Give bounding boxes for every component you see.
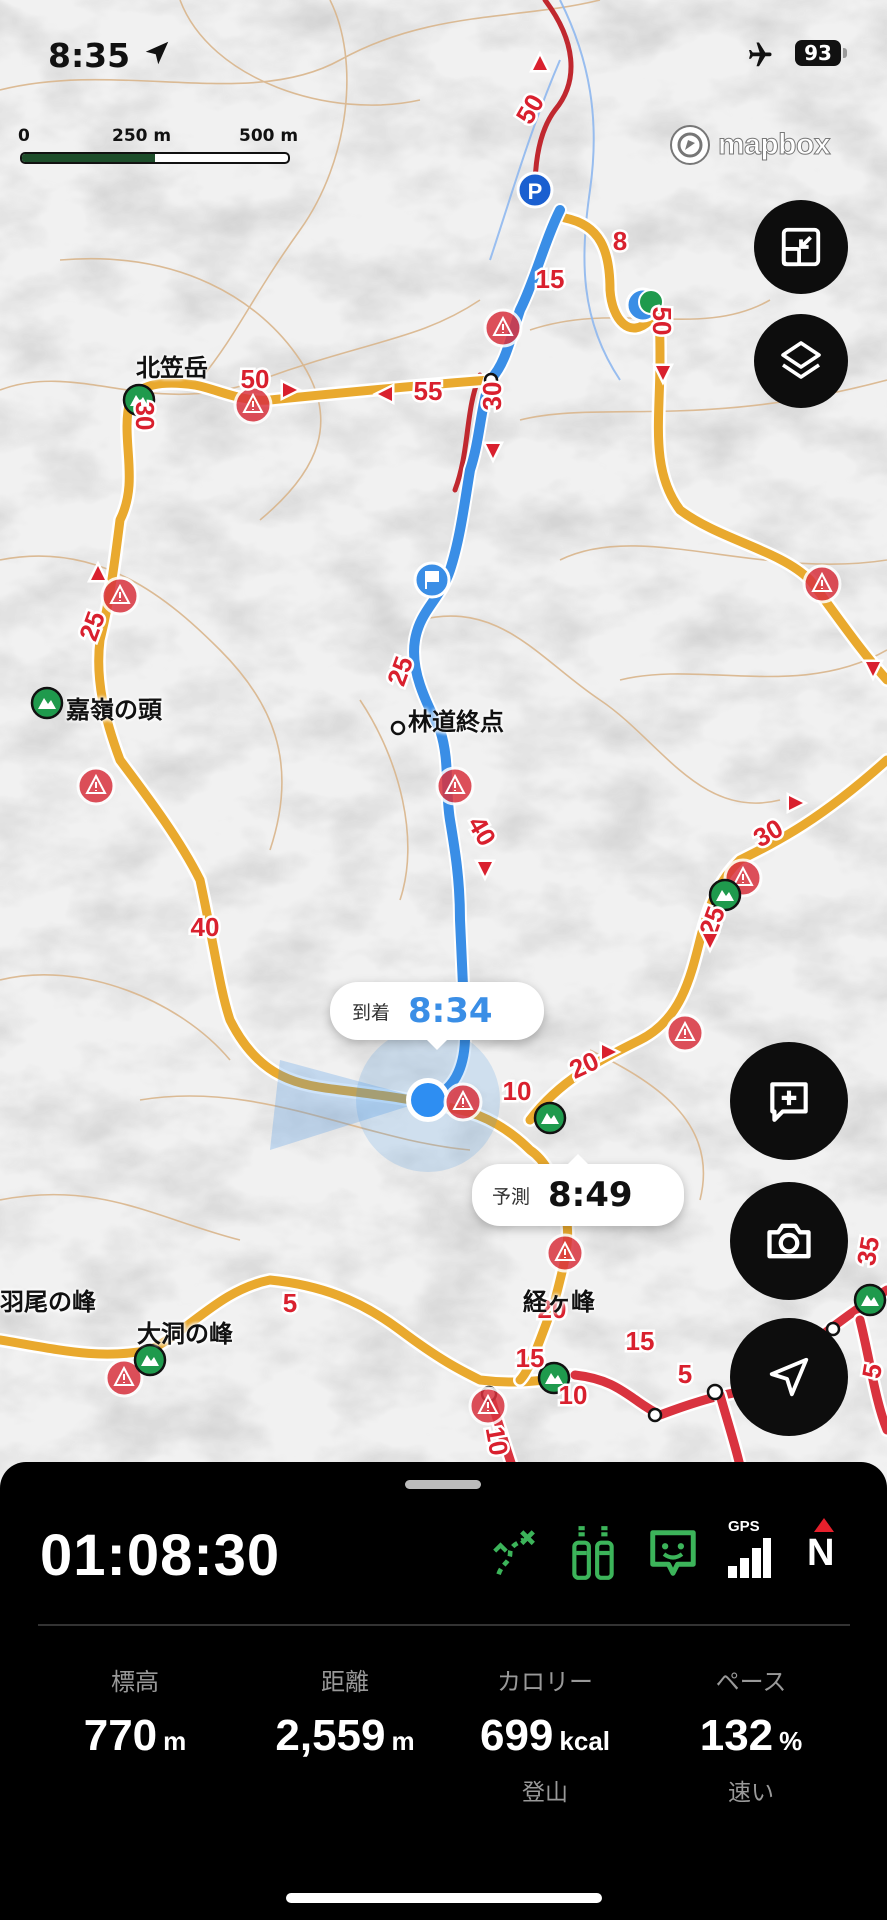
battery-tip: [843, 48, 847, 58]
place-label-karei: 嘉嶺の頭: [66, 696, 162, 724]
map-scale-bar: 0 250 m 500 m: [18, 126, 308, 166]
trail-time-label: 40: [191, 912, 220, 942]
start-flag-marker[interactable]: [413, 561, 451, 599]
stat-value: 132: [699, 1711, 774, 1760]
stat-calories: カロリー 699 kcal 登山: [440, 1662, 650, 1807]
warning-marker[interactable]: [468, 1386, 508, 1426]
trail-time-label: 15: [516, 1343, 545, 1373]
trail-time-label: 15: [536, 264, 565, 294]
panel-grabber[interactable]: [405, 1480, 481, 1489]
warning-marker[interactable]: [76, 766, 116, 806]
trail-time-label: 10: [480, 1424, 515, 1458]
arrival-time-bubble[interactable]: 到着 8:34: [330, 982, 544, 1050]
stat-label: カロリー: [497, 1668, 593, 1696]
stat-pace: ペース 132% 速い: [646, 1662, 856, 1807]
trail-time-label: 5: [283, 1288, 297, 1318]
warning-marker[interactable]: [443, 1082, 483, 1122]
gps-signal-icon: GPS: [726, 1518, 774, 1580]
fit-route-icon: [781, 227, 821, 267]
trail-time-label: 30: [130, 402, 160, 431]
warning-marker[interactable]: [665, 1013, 705, 1053]
place-label-rindo-end: 林道終点: [408, 708, 504, 736]
supplies-icon[interactable]: [568, 1524, 618, 1582]
gps-label: GPS: [728, 1518, 760, 1535]
peak-marker[interactable]: [133, 1343, 167, 1377]
peak-marker[interactable]: [533, 1101, 567, 1135]
trail-time-label: 50: [241, 364, 270, 394]
place-label-hane: 羽尾の峰: [0, 1288, 96, 1316]
warning-marker[interactable]: [545, 1233, 585, 1273]
location-services-icon: [145, 41, 169, 65]
stat-unit: %: [779, 1726, 803, 1756]
trail-time-label: 55: [414, 376, 443, 406]
scale-label-250: 250 m: [112, 126, 172, 146]
fit-route-button[interactable]: [754, 200, 848, 294]
scale-label-500: 500 m: [239, 126, 299, 146]
mapbox-attribution: mapbox: [717, 128, 831, 162]
status-icons-row: GPS N: [490, 1518, 860, 1584]
safety-chat-icon[interactable]: [646, 1526, 700, 1580]
trail-time-label: 35: [851, 1234, 886, 1268]
place-label-kyogamine: 経ヶ峰: [523, 1288, 595, 1316]
trail-time-label: 5: [678, 1359, 692, 1389]
trail-time-label: 8: [613, 226, 627, 256]
status-bar: 8:35 93: [0, 28, 887, 78]
trail-time-label: 50: [647, 307, 677, 336]
camera-icon: [767, 1223, 811, 1259]
compass-north-icon[interactable]: N: [802, 1518, 846, 1584]
mapbox-logo: mapbox: [668, 122, 831, 168]
stat-label: 距離: [321, 1668, 369, 1696]
activity-panel: 01:08:30 GPS N 標高 770 m 距離 2,559 m カロリー …: [0, 1462, 887, 1920]
stat-value: 699: [479, 1711, 554, 1760]
peak-marker[interactable]: [708, 878, 742, 912]
forecast-label: 予測: [492, 1185, 531, 1208]
home-indicator[interactable]: [286, 1893, 602, 1903]
add-memo-icon: [770, 1082, 808, 1122]
parking-marker[interactable]: P: [516, 171, 554, 209]
svg-text:P: P: [528, 179, 543, 204]
camera-button[interactable]: [730, 1182, 848, 1300]
peak-marker[interactable]: [30, 686, 64, 720]
warning-marker[interactable]: [802, 564, 842, 604]
airplane-mode-icon: [749, 42, 772, 67]
stat-unit: kcal: [559, 1726, 611, 1756]
warning-marker[interactable]: [435, 766, 475, 806]
warning-marker[interactable]: [100, 576, 140, 616]
layers-icon: [781, 341, 821, 379]
place-label-obora: 大洞の峰: [137, 1320, 233, 1348]
stat-sub: 速い: [728, 1780, 774, 1806]
stat-distance: 距離 2,559 m: [240, 1662, 450, 1761]
map-layers-button[interactable]: [754, 314, 848, 408]
battery-level: 93: [795, 40, 841, 66]
stat-value: 770: [83, 1711, 158, 1760]
north-label: N: [807, 1532, 835, 1574]
route-progress-icon[interactable]: [490, 1528, 538, 1582]
stat-elevation: 標高 770 m: [30, 1662, 240, 1761]
arrival-time: 8:34: [408, 991, 493, 1031]
current-location-button[interactable]: [730, 1318, 848, 1436]
trail-time-label: 30: [477, 382, 507, 411]
forecast-time-bubble[interactable]: 予測 8:49: [472, 1154, 684, 1226]
stat-label: ペース: [715, 1668, 787, 1696]
trail-time-label: 10: [503, 1076, 532, 1106]
mapbox-icon: [670, 125, 710, 165]
trail-time-label: 10: [559, 1380, 588, 1410]
peak-marker[interactable]: [853, 1283, 887, 1317]
place-label-kitakasa: 北笠岳: [136, 354, 208, 382]
trail-time-label: 15: [626, 1326, 655, 1356]
elapsed-time: 01:08:30: [40, 1523, 281, 1588]
scale-label-0: 0: [18, 126, 30, 146]
warning-marker[interactable]: [483, 308, 523, 348]
stat-sub: 登山: [522, 1780, 568, 1806]
add-memo-button[interactable]: [730, 1042, 848, 1160]
status-time: 8:35: [48, 36, 131, 75]
forecast-time: 8:49: [548, 1175, 633, 1215]
stat-unit: m: [391, 1726, 415, 1756]
stat-unit: m: [163, 1726, 187, 1756]
arrival-label: 到着: [352, 1001, 391, 1024]
stat-label: 標高: [111, 1668, 159, 1696]
panel-divider: [38, 1624, 850, 1626]
stat-value: 2,559: [275, 1711, 386, 1760]
location-arrow-icon: [769, 1357, 809, 1397]
